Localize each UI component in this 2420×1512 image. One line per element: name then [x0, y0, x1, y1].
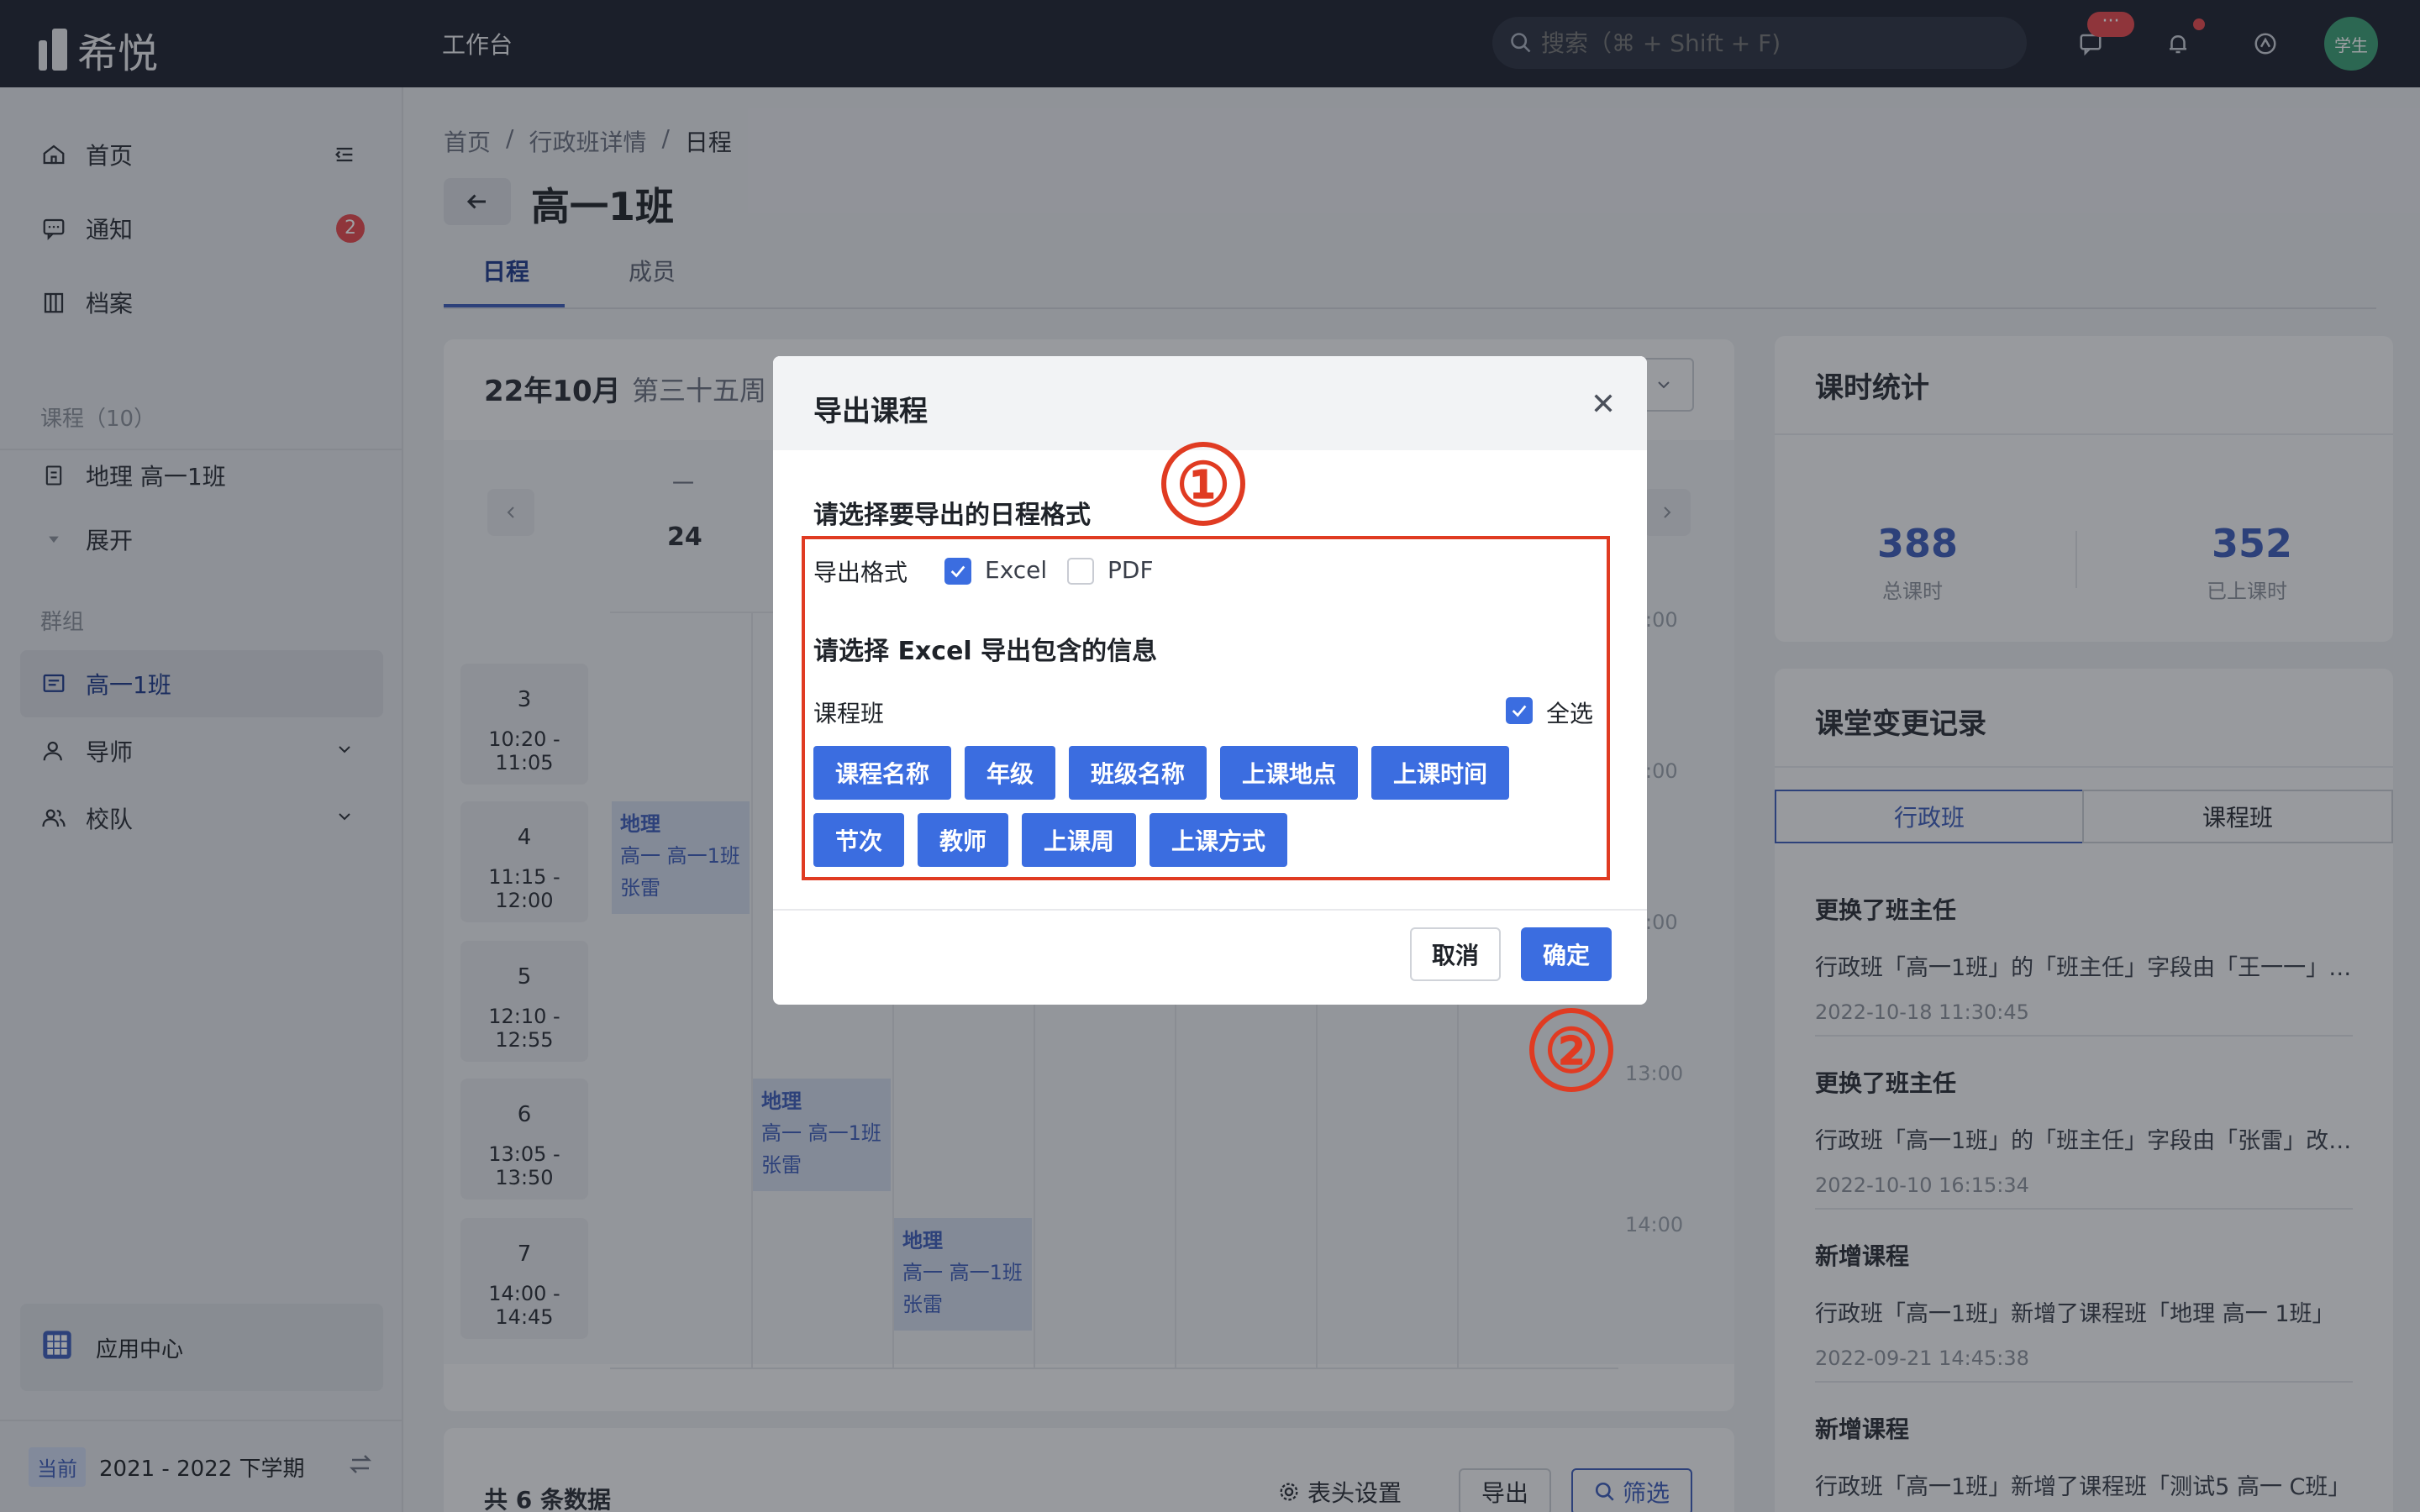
close-icon[interactable]: [1585, 385, 1622, 422]
confirm-button[interactable]: 确定: [1521, 927, 1612, 981]
annotation-step-2: ②: [1529, 1008, 1613, 1092]
modal-title: 导出课程: [813, 395, 928, 428]
modal-footer-divider: [773, 909, 1647, 911]
cancel-button[interactable]: 取消: [1410, 927, 1501, 981]
format-section-title: 请选择要导出的日程格式: [813, 501, 1091, 530]
annotation-highlight-box: [802, 536, 1610, 880]
annotation-step-1: ①: [1161, 442, 1245, 526]
